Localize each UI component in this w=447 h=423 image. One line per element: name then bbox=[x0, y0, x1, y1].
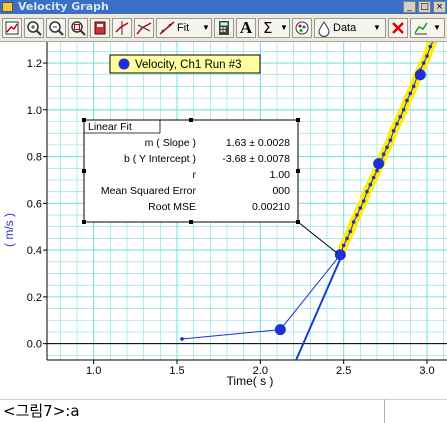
graph-options-icon[interactable] bbox=[2, 18, 22, 38]
x-axis-label: Time( s ) bbox=[227, 374, 274, 388]
y-tick-label: 0.6 bbox=[27, 198, 42, 210]
marked-data-point bbox=[274, 324, 286, 336]
data-point bbox=[345, 236, 349, 241]
x-tick-label: 2.5 bbox=[336, 365, 351, 377]
y-tick-label: 1.2 bbox=[27, 58, 42, 70]
graph-layout-dropdown[interactable]: ▼ bbox=[410, 18, 445, 38]
fit-row-label: b ( Y Intercept ) bbox=[124, 153, 196, 165]
y-tick-label: 0.8 bbox=[27, 152, 42, 164]
legend-label: Velocity, Ch1 Run #3 bbox=[135, 59, 242, 71]
data-label: Data bbox=[333, 22, 357, 34]
data-point bbox=[405, 98, 409, 103]
data-point bbox=[381, 152, 386, 157]
fit-row-value: 0.00210 bbox=[252, 201, 290, 213]
close-button[interactable]: × bbox=[433, 1, 446, 13]
data-point bbox=[411, 84, 416, 89]
data-point bbox=[421, 61, 426, 65]
legend[interactable]: Velocity, Ch1 Run #3 bbox=[109, 54, 261, 74]
figure-caption: <그림7>:a bbox=[3, 402, 80, 420]
x-tick-label: 1.5 bbox=[169, 365, 184, 377]
fit-row-label: Root MSE bbox=[148, 201, 196, 213]
chevron-down-icon: ▼ bbox=[433, 23, 441, 32]
minimize-button[interactable]: _ bbox=[403, 1, 416, 13]
data-point bbox=[365, 189, 369, 194]
data-point bbox=[395, 122, 399, 126]
data-point bbox=[368, 182, 373, 187]
data-point bbox=[180, 337, 184, 341]
data-point bbox=[428, 44, 433, 49]
data-point bbox=[348, 229, 353, 234]
marked-data-point bbox=[414, 69, 426, 81]
y-tick-label: 0.0 bbox=[27, 339, 42, 351]
text-annotation-button[interactable]: A bbox=[236, 18, 256, 38]
y-tick-label: 1.0 bbox=[27, 105, 42, 117]
tangent-icon[interactable] bbox=[134, 18, 154, 38]
stop-icon[interactable] bbox=[90, 18, 110, 38]
delete-icon[interactable] bbox=[388, 18, 408, 38]
data-point bbox=[371, 175, 376, 180]
data-point bbox=[355, 213, 359, 217]
velocity-graph-panel: 1.0 1.5 2.0 2.5 3.0 0.0 0.2 0.4 0.6 0.8 1.0 1.2 ( m… bbox=[0, 28, 447, 399]
data-point bbox=[388, 138, 393, 143]
chevron-down-icon: ▼ bbox=[280, 23, 288, 32]
app-icon bbox=[2, 2, 13, 12]
color-icon[interactable] bbox=[292, 18, 312, 38]
velocity-chart[interactable]: 1.0 1.5 2.0 2.5 3.00.00.20.40.60.81.01.2 ( m… bbox=[0, 28, 447, 399]
caption-divider-line bbox=[0, 399, 447, 400]
data-point bbox=[391, 129, 396, 133]
maximize-button[interactable]: □ bbox=[418, 1, 431, 13]
data-dropdown[interactable]: Data ▼ bbox=[314, 18, 386, 38]
y-tick-label: 0.2 bbox=[27, 292, 42, 304]
legend-marker bbox=[118, 58, 130, 70]
statistics-label: Σ bbox=[263, 19, 273, 37]
data-point bbox=[425, 54, 429, 58]
data-point bbox=[398, 115, 403, 119]
calculator-icon[interactable] bbox=[214, 18, 234, 38]
data-point bbox=[401, 108, 406, 112]
data-point bbox=[358, 206, 363, 210]
fit-box-title: Linear Fit bbox=[88, 121, 132, 133]
statistics-dropdown[interactable]: Σ ▼ bbox=[258, 18, 290, 38]
zoom-out-icon[interactable] bbox=[46, 18, 66, 38]
window-titlebar: Velocity Graph _ □ × bbox=[0, 0, 447, 14]
examine-icon[interactable] bbox=[112, 18, 132, 38]
data-point bbox=[351, 220, 356, 224]
data-point bbox=[341, 243, 346, 248]
data-point bbox=[408, 91, 413, 96]
y-axis-label: ( m/s ) bbox=[2, 213, 16, 247]
fit-row-label: m ( Slope ) bbox=[145, 137, 196, 149]
data-point bbox=[385, 145, 389, 150]
chevron-down-icon: ▼ bbox=[202, 23, 210, 32]
autoscale-icon[interactable] bbox=[68, 18, 88, 38]
marked-data-point bbox=[373, 158, 385, 170]
fit-row-value: -3.68 ± 0.0078 bbox=[222, 153, 290, 165]
marked-data-point bbox=[334, 249, 346, 261]
fit-row-label: r bbox=[193, 169, 197, 181]
x-tick-label: 1.0 bbox=[86, 365, 101, 377]
y-tick-label: 0.4 bbox=[27, 245, 42, 257]
graph-toolbar: Fit ▼ A Σ ▼ Data ▼ ▼ bbox=[0, 14, 447, 42]
fit-label: Fit bbox=[177, 22, 190, 34]
x-tick-label: 3.0 bbox=[419, 365, 434, 377]
chevron-down-icon: ▼ bbox=[373, 23, 381, 32]
linear-fit-box[interactable]: Linear Fit m ( Slope ) 1.63 ± 0.0028 b ( Y… bbox=[82, 118, 338, 254]
fit-row-label: Mean Squared Error bbox=[101, 185, 197, 197]
zoom-in-icon[interactable] bbox=[24, 18, 44, 38]
data-point bbox=[375, 168, 379, 173]
fit-row-value: 1.00 bbox=[270, 169, 291, 181]
window-title: Velocity Graph bbox=[18, 0, 109, 13]
fit-dropdown[interactable]: Fit ▼ bbox=[156, 18, 212, 38]
fit-row-value: 1.63 ± 0.0028 bbox=[226, 137, 290, 149]
caption-column-divider bbox=[384, 399, 385, 423]
fit-row-value: 000 bbox=[272, 185, 290, 197]
data-point bbox=[361, 199, 366, 203]
